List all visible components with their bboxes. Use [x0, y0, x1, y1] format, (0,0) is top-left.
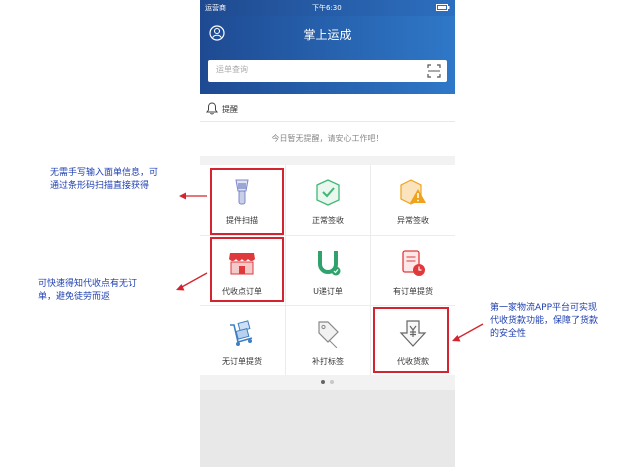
scan-icon[interactable]	[427, 64, 441, 78]
callout-collection-point: 可快速得知代收点有无订 单，避免徒劳而返	[38, 278, 137, 304]
highlight-box-collection-point	[210, 237, 284, 302]
box-warning-icon	[400, 179, 426, 205]
app-header: 掌上运成	[200, 16, 455, 94]
page-dot-active[interactable]	[321, 380, 325, 384]
highlight-box-cod	[373, 307, 449, 373]
box-check-icon	[316, 179, 340, 206]
callout-cod: 第一家物流APP平台可实现 代收货款功能，保障了货款 的安全性	[490, 302, 598, 341]
u-delivery-icon	[318, 251, 341, 276]
grid-item-abnormal-signing[interactable]: 异常签收	[371, 165, 455, 234]
order-clock-icon	[402, 250, 425, 276]
app-title: 掌上运成	[303, 28, 352, 42]
grid-item-label: 补打标签	[312, 357, 344, 366]
arrow-from-cod-note	[452, 323, 484, 342]
reminder-panel: 提醒 今日暂无提醒，请安心工作吧！	[200, 94, 455, 156]
grid-item-u-delivery-orders[interactable]: U递订单	[286, 236, 370, 305]
reminder-title: 提醒	[222, 105, 238, 114]
bottom-empty-area	[200, 390, 455, 467]
battery-icon	[436, 4, 450, 13]
hand-truck-icon	[230, 320, 253, 346]
status-time: 下午6:30	[312, 4, 342, 12]
grid-item-label: 正常签收	[312, 216, 344, 225]
page-indicator	[200, 378, 455, 386]
callout-line: 通过条形码扫描直接获得	[50, 181, 150, 191]
bell-icon	[206, 102, 218, 115]
grid-item-pickup-with-order[interactable]: 有订单提货	[371, 236, 455, 305]
status-bar: 运营商 下午6:30	[200, 0, 455, 16]
waybill-search-input[interactable]	[216, 65, 416, 74]
callout-line: 无需手写输入面单信息，可	[50, 168, 159, 178]
reminder-header: 提醒	[200, 102, 455, 116]
callout-line: 代收货款功能，保障了货款	[490, 316, 599, 326]
grid-item-normal-signing[interactable]: 正常签收	[286, 165, 370, 234]
tag-icon	[318, 321, 339, 348]
callout-line: 可快速得知代收点有无订	[38, 279, 138, 289]
grid-item-label: U递订单	[313, 287, 343, 296]
grid-item-pickup-without-order[interactable]: 无订单提货	[200, 306, 284, 375]
callout-scan: 无需手写输入面单信息，可 通过条形码扫描直接获得	[50, 167, 158, 193]
reminder-message: 今日暂无提醒，请安心工作吧！	[271, 134, 384, 143]
grid-item-label: 无订单提货	[222, 357, 262, 366]
page-dot[interactable]	[330, 380, 334, 384]
carrier-label: 运营商	[205, 4, 226, 12]
search-bar	[208, 60, 447, 82]
highlight-box-scan	[210, 168, 284, 235]
grid-item-reprint-label[interactable]: 补打标签	[286, 306, 370, 375]
callout-line: 第一家物流APP平台可实现	[490, 303, 598, 313]
callout-line: 的安全性	[490, 329, 527, 339]
divider	[200, 121, 455, 122]
callout-line: 单，避免徒劳而返	[38, 292, 111, 302]
grid-item-label: 有订单提货	[393, 287, 433, 296]
grid-item-label: 异常签收	[397, 216, 429, 225]
